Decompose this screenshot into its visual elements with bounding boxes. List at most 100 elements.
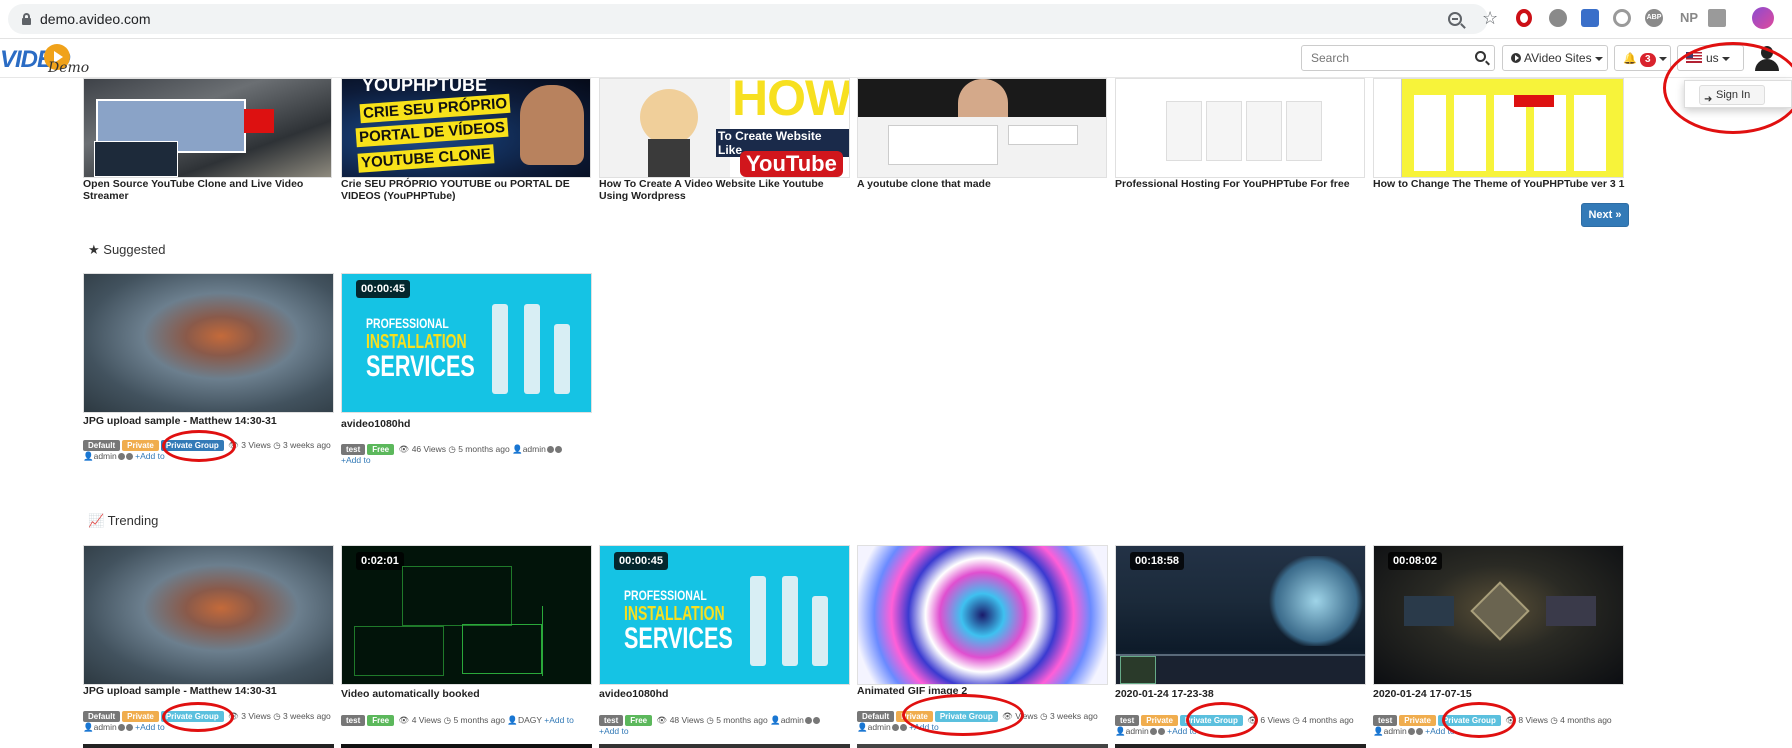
add-to-button[interactable]: +Add to bbox=[135, 722, 165, 732]
language-selector[interactable]: us bbox=[1677, 45, 1744, 71]
add-to-button[interactable]: +Add to bbox=[135, 451, 165, 461]
video-thumbnail[interactable] bbox=[83, 545, 334, 685]
uploader-name[interactable]: admin bbox=[94, 451, 117, 461]
opera-extension-icon[interactable] bbox=[1516, 9, 1532, 27]
video-title[interactable]: 2020-01-24 17-07-15 bbox=[1373, 688, 1623, 700]
profile-avatar-icon[interactable] bbox=[1752, 7, 1774, 29]
play-circle-icon bbox=[1511, 53, 1521, 63]
video-duration: 0:02:01 bbox=[356, 552, 404, 570]
add-to-button[interactable]: +Add to bbox=[909, 722, 939, 732]
video-thumbnail[interactable] bbox=[1373, 78, 1624, 178]
site-logo[interactable]: VIDEO Demo bbox=[0, 42, 92, 76]
uploader-name[interactable]: admin bbox=[94, 722, 117, 732]
zoom-icon[interactable] bbox=[1448, 12, 1462, 26]
thumbnail-overlay-text: SERVICES bbox=[366, 350, 475, 383]
add-to-button[interactable]: +Add to bbox=[1167, 726, 1197, 736]
notifications-button[interactable]: 🔔 3 bbox=[1614, 45, 1671, 71]
clock-icon: ◷ bbox=[1040, 711, 1048, 721]
video-title[interactable]: How To Create A Video Website Like Youtu… bbox=[599, 178, 849, 202]
video-thumbnail[interactable] bbox=[857, 78, 1107, 178]
status-icon bbox=[899, 724, 907, 731]
video-title[interactable]: avideo1080hd bbox=[599, 688, 849, 700]
next-page-button[interactable]: Next » bbox=[1581, 203, 1629, 227]
video-thumbnail[interactable]: 00:00:45 PROFESSIONAL INSTALLATION SERVI… bbox=[599, 545, 850, 685]
extension-icon[interactable] bbox=[1549, 9, 1567, 27]
url-text[interactable]: demo.avideo.com bbox=[40, 11, 151, 27]
eye-icon: 👁 bbox=[398, 715, 410, 725]
upload-time: 3 weeks ago bbox=[1049, 711, 1098, 721]
extension-icon[interactable] bbox=[1613, 9, 1631, 27]
video-title[interactable]: Professional Hosting For YouPHPTube For … bbox=[1115, 178, 1365, 190]
video-thumbnail[interactable]: 0:02:01 bbox=[341, 545, 592, 685]
video-thumbnail[interactable]: 00:00:45 PROFESSIONAL INSTALLATION SERVI… bbox=[341, 273, 592, 413]
video-thumbnail[interactable]: HOW To Create Website Like YouTube bbox=[599, 78, 850, 178]
extension-icon[interactable] bbox=[1708, 9, 1726, 27]
clock-icon: ◷ bbox=[448, 444, 456, 454]
search-icon[interactable] bbox=[1475, 51, 1486, 62]
upload-time: 3 weeks ago bbox=[283, 711, 331, 721]
bookmark-star-icon[interactable]: ☆ bbox=[1482, 8, 1498, 29]
add-to-button[interactable]: +Add to bbox=[1425, 726, 1455, 736]
video-title[interactable]: Animated GIF image 2 bbox=[857, 685, 1107, 697]
clock-icon: ◷ bbox=[1550, 715, 1558, 725]
video-title[interactable]: avideo1080hd bbox=[341, 418, 591, 430]
video-thumbnail[interactable] bbox=[857, 545, 1108, 685]
video-thumbnail[interactable] bbox=[83, 744, 334, 748]
category-label[interactable]: test bbox=[341, 715, 366, 726]
private-group-label: Private Group bbox=[934, 711, 998, 722]
eye-icon: 👁 bbox=[228, 440, 239, 450]
video-duration: 00:18:58 bbox=[1130, 552, 1185, 570]
video-title[interactable]: Crie SEU PRÓPRIO YOUTUBE ou PORTAL DE VI… bbox=[341, 178, 591, 202]
video-title[interactable]: Open Source YouTube Clone and Live Video… bbox=[83, 178, 333, 202]
avideo-sites-button[interactable]: AVideo Sites bbox=[1502, 45, 1608, 71]
video-thumbnail[interactable]: YOUPHPTUBE CRIE SEU PRÓPRIO PORTAL DE VÍ… bbox=[341, 78, 591, 178]
add-to-button[interactable]: +Add to bbox=[599, 726, 629, 736]
uploader-name[interactable]: admin bbox=[1384, 726, 1407, 736]
video-title[interactable]: A youtube clone that made bbox=[857, 178, 1107, 190]
add-to-label: Add to bbox=[140, 722, 165, 732]
add-to-button[interactable]: +Add to bbox=[544, 715, 574, 725]
video-thumbnail[interactable]: 00:18:58 bbox=[1115, 545, 1366, 685]
clock-icon: ◷ bbox=[443, 715, 452, 725]
video-thumbnail[interactable] bbox=[1115, 78, 1365, 178]
user-menu-icon[interactable] bbox=[1752, 44, 1782, 72]
video-thumbnail[interactable]: 00:08:02 bbox=[1373, 545, 1624, 685]
upload-time: 4 months ago bbox=[1302, 715, 1354, 725]
video-meta: +Add to bbox=[341, 454, 371, 466]
video-thumbnail[interactable] bbox=[1115, 744, 1366, 748]
sign-in-button[interactable]: ➜ Sign In bbox=[1699, 85, 1765, 105]
uploader-name[interactable]: admin bbox=[868, 722, 891, 732]
address-bar[interactable]: demo.avideo.com ☆ bbox=[8, 4, 1498, 34]
video-title[interactable]: JPG upload sample - Matthew 14:30-31 bbox=[83, 415, 333, 427]
clock-icon: ◷ bbox=[273, 711, 281, 721]
video-title[interactable]: How to Change The Theme of YouPHPTube ve… bbox=[1373, 178, 1629, 190]
search-input[interactable] bbox=[1302, 46, 1462, 70]
thumbnail-overlay-text: INSTALLATION bbox=[624, 603, 725, 625]
video-duration: 00:08:02 bbox=[1388, 552, 1443, 570]
video-duration: 00:00:45 bbox=[356, 280, 411, 298]
video-thumbnail[interactable] bbox=[341, 744, 592, 748]
video-title[interactable]: 2020-01-24 17-23-38 bbox=[1115, 688, 1365, 700]
video-title[interactable]: JPG upload sample - Matthew 14:30-31 bbox=[83, 685, 333, 697]
uploader-name[interactable]: admin bbox=[523, 444, 546, 454]
caret-down-icon bbox=[1594, 56, 1603, 61]
lock-icon[interactable] bbox=[22, 13, 31, 25]
add-to-button[interactable]: +Add to bbox=[341, 455, 371, 465]
wrench-icon bbox=[812, 596, 828, 666]
uploader-name[interactable]: admin bbox=[1126, 726, 1149, 736]
upload-time: 5 months ago bbox=[458, 444, 510, 454]
notification-count-badge: 3 bbox=[1640, 53, 1656, 67]
video-thumbnail[interactable] bbox=[83, 273, 334, 413]
adblock-extension-icon[interactable]: ABP bbox=[1645, 9, 1663, 27]
sign-in-icon: ➜ bbox=[1704, 94, 1713, 105]
video-thumbnail[interactable] bbox=[599, 744, 850, 748]
uploader-name[interactable]: admin bbox=[781, 715, 804, 725]
status-icon bbox=[1415, 728, 1423, 735]
extension-icon[interactable] bbox=[1581, 9, 1599, 27]
video-title[interactable]: Video automatically booked bbox=[341, 688, 591, 700]
uploader-name[interactable]: DAGY bbox=[518, 715, 542, 725]
video-thumbnail[interactable] bbox=[857, 744, 1108, 748]
view-count: 48 Views bbox=[669, 715, 705, 725]
np-extension-icon[interactable]: NP bbox=[1677, 9, 1701, 27]
video-thumbnail[interactable] bbox=[83, 78, 332, 178]
